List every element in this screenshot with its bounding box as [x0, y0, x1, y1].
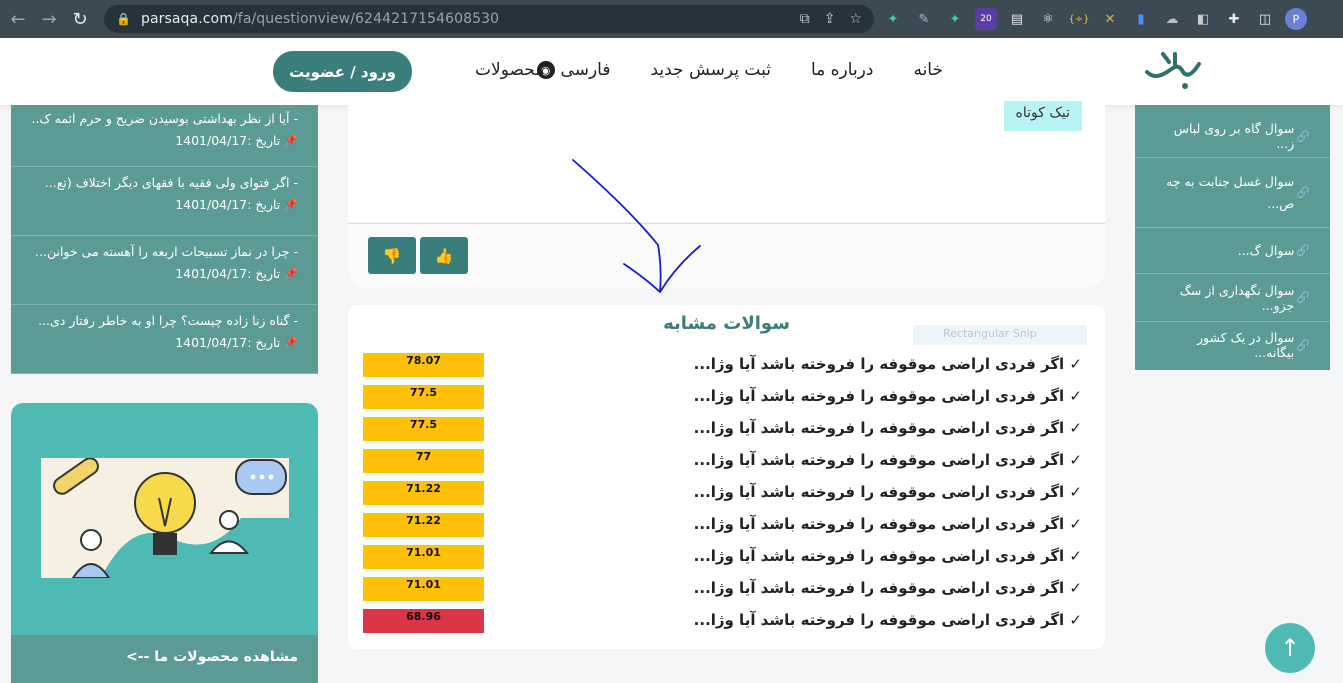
- list-item[interactable]: 🔗 سوال گاه بر روی لباس ز...: [1135, 105, 1330, 158]
- table-row[interactable]: 78.07 ✓ اگر فردی اراضی موقوفه را فروخته ب…: [348, 353, 1105, 385]
- question-link[interactable]: ✓ اگر فردی اراضی موقوفه را فروخته باشد آ…: [694, 483, 1082, 501]
- main-menu: خانه درباره ما ثبت پرسش جدید ◉ فارسی: [536, 60, 943, 80]
- react-icon[interactable]: ⚛: [1037, 8, 1059, 30]
- question-link[interactable]: ✓ اگر فردی اراضی موقوفه را فروخته باشد آ…: [694, 419, 1082, 437]
- menu-home[interactable]: خانه: [913, 60, 943, 80]
- table-row[interactable]: 71.22 ✓ اگر فردی اراضی موقوفه را فروخته ب…: [348, 513, 1105, 545]
- extension-icon[interactable]: ☁: [1161, 8, 1183, 30]
- paperclip-icon: 🔗: [1296, 291, 1310, 304]
- thumbs-up-button[interactable]: 👍: [420, 237, 468, 274]
- similarity-score: 78.07: [363, 353, 484, 377]
- list-item[interactable]: - اگر فتوای ولی فقیه با فقهای دیگر اختلا…: [11, 167, 318, 236]
- similarity-score: 71.22: [363, 513, 484, 537]
- question-link[interactable]: ✓ اگر فردی اراضی موقوفه را فروخته باشد آ…: [694, 451, 1082, 469]
- answer-card: تیک کوتاه: [348, 101, 1105, 222]
- extension-icon[interactable]: {÷}: [1068, 8, 1090, 30]
- similarity-score: 68.96: [363, 609, 484, 633]
- forward-icon[interactable]: →: [36, 6, 62, 32]
- question-link[interactable]: ✓ اگر فردی اراضی موقوفه را فروخته باشد آ…: [694, 387, 1082, 405]
- extension-badge-icon[interactable]: 20: [975, 8, 997, 30]
- question-link[interactable]: ✓ اگر فردی اراضی موقوفه را فروخته باشد آ…: [694, 515, 1082, 533]
- back-icon[interactable]: ←: [5, 6, 31, 32]
- browser-toolbar: ← → ↻ 🔒 parsaqa.com/fa/questionview/6244…: [0, 0, 1343, 38]
- extensions-bar: ✦ ✎ ✦ 20 ▤ ⚛ {÷} ✕ ▮ ☁ ◧ ✚ ◫ P: [882, 8, 1307, 30]
- share-icon[interactable]: ⇪: [824, 11, 836, 27]
- similar-questions: سوالات مشابه Rectangular Snip 78.07 ✓ اگر…: [348, 305, 1105, 649]
- snip-overlay: Rectangular Snip: [913, 325, 1087, 345]
- translate-icon[interactable]: ⧉: [800, 11, 810, 27]
- menu-about[interactable]: درباره ما: [811, 60, 874, 80]
- question-link[interactable]: ✓ اگر فردی اراضی موقوفه را فروخته باشد آ…: [694, 611, 1082, 629]
- paperclip-icon: 🔗: [1296, 338, 1310, 352]
- question-link[interactable]: ✓ اگر فردی اراضی موقوفه را فروخته باشد آ…: [694, 579, 1082, 597]
- products-promo[interactable]: مشاهده محصولات ما -->: [11, 403, 318, 683]
- list-item[interactable]: - چرا در نماز تسبیحات اربعه را آهسته می …: [11, 236, 318, 305]
- menu-new-question[interactable]: ثبت پرسش جدید: [650, 60, 770, 80]
- scroll-to-top-button[interactable]: ↑: [1265, 623, 1315, 673]
- paperclip-icon: 🔗: [1296, 244, 1310, 257]
- right-related-questions: 🔗 سوال گاه بر روی لباس ز... 🔗 سوال غسل جنا…: [1135, 105, 1330, 370]
- pin-icon: 📌: [284, 267, 298, 280]
- list-item[interactable]: 🔗 سوال گ...: [1135, 228, 1330, 274]
- extension-icon[interactable]: ◧: [1192, 8, 1214, 30]
- vote-bar: 👎 👍: [348, 223, 1105, 288]
- table-row[interactable]: 71.01 ✓ اگر فردی اراضی موقوفه را فروخته ب…: [348, 545, 1105, 577]
- menu-products[interactable]: محصولات: [475, 60, 544, 80]
- table-row[interactable]: 71.01 ✓ اگر فردی اراضی موقوفه را فروخته ب…: [348, 577, 1105, 609]
- paperclip-icon: 🔗: [1296, 129, 1310, 143]
- list-item[interactable]: 🔗 سوال در یک کشور بیگانه...: [1135, 322, 1330, 368]
- tag-badge[interactable]: تیک کوتاه: [1003, 101, 1082, 131]
- table-row[interactable]: 77.5 ✓ اگر فردی اراضی موقوفه را فروخته با…: [348, 385, 1105, 417]
- extension-icon[interactable]: ▮: [1130, 8, 1152, 30]
- site-logo[interactable]: [1143, 50, 1203, 96]
- list-item[interactable]: - آیا از نظر بهداشتی بوسیدن ضریح و حرم ا…: [11, 105, 318, 167]
- thumbs-down-button[interactable]: 👎: [368, 237, 416, 274]
- puzzle-icon[interactable]: ✚: [1223, 8, 1245, 30]
- sidepanel-icon[interactable]: ◫: [1254, 8, 1276, 30]
- list-item[interactable]: 🔗 سوال غسل جنابت به چه ص...: [1135, 158, 1330, 228]
- extension-icon[interactable]: ✦: [882, 8, 904, 30]
- similarity-score: 77.5: [363, 385, 484, 409]
- similarity-score: 71.01: [363, 545, 484, 569]
- profile-avatar[interactable]: P: [1285, 8, 1307, 30]
- promo-footer[interactable]: مشاهده محصولات ما -->: [11, 635, 318, 683]
- extension-icon[interactable]: ✕: [1099, 8, 1121, 30]
- similarity-score: 77: [363, 449, 484, 473]
- pin-icon: 📌: [284, 134, 298, 147]
- similarity-score: 77.5: [363, 417, 484, 441]
- similarity-score: 71.01: [363, 577, 484, 601]
- reload-icon[interactable]: ↻: [67, 6, 93, 32]
- login-button[interactable]: ورود / عضویت: [273, 51, 412, 92]
- table-row[interactable]: 77 ✓ اگر فردی اراضی موقوفه را فروخته باشد…: [348, 449, 1105, 481]
- list-item[interactable]: - گناه زنا زاده چیست؟ چرا او به خاطر رفت…: [11, 305, 318, 374]
- menu-language[interactable]: ◉ فارسی: [536, 60, 610, 80]
- lock-icon: 🔒: [116, 12, 131, 26]
- table-row[interactable]: 77.5 ✓ اگر فردی اراضی موقوفه را فروخته با…: [348, 417, 1105, 449]
- table-row[interactable]: 68.96 ✓ اگر فردی اراضی موقوفه را فروخته ب…: [348, 609, 1105, 641]
- pin-icon: 📌: [284, 336, 298, 349]
- address-bar[interactable]: 🔒 parsaqa.com/fa/questionview/6244217154…: [104, 5, 874, 33]
- extension-icon[interactable]: ▤: [1006, 8, 1028, 30]
- site-header: خانه درباره ما ثبت پرسش جدید ◉ فارسی محصو…: [0, 38, 1343, 105]
- left-recent-questions: - آیا از نظر بهداشتی بوسیدن ضریح و حرم ا…: [11, 105, 318, 374]
- question-link[interactable]: ✓ اگر فردی اراضی موقوفه را فروخته باشد آ…: [694, 547, 1082, 565]
- similarity-score: 71.22: [363, 481, 484, 505]
- paperclip-icon: 🔗: [1296, 185, 1310, 199]
- url-text: parsaqa.com/fa/questionview/624421715460…: [140, 11, 500, 27]
- question-link[interactable]: ✓ اگر فردی اراضی موقوفه را فروخته باشد آ…: [694, 355, 1082, 373]
- lightbulb-illustration: [41, 458, 289, 578]
- extension-icon[interactable]: ✎: [913, 8, 935, 30]
- bookmark-star-icon[interactable]: ☆: [849, 11, 862, 27]
- pin-icon: 📌: [284, 198, 298, 211]
- extension-icon[interactable]: ✦: [944, 8, 966, 30]
- table-row[interactable]: 71.22 ✓ اگر فردی اراضی موقوفه را فروخته ب…: [348, 481, 1105, 513]
- list-item[interactable]: 🔗 سوال نگهداری از سگ جزو...: [1135, 274, 1330, 322]
- hand-drawn-arrow: [572, 159, 701, 293]
